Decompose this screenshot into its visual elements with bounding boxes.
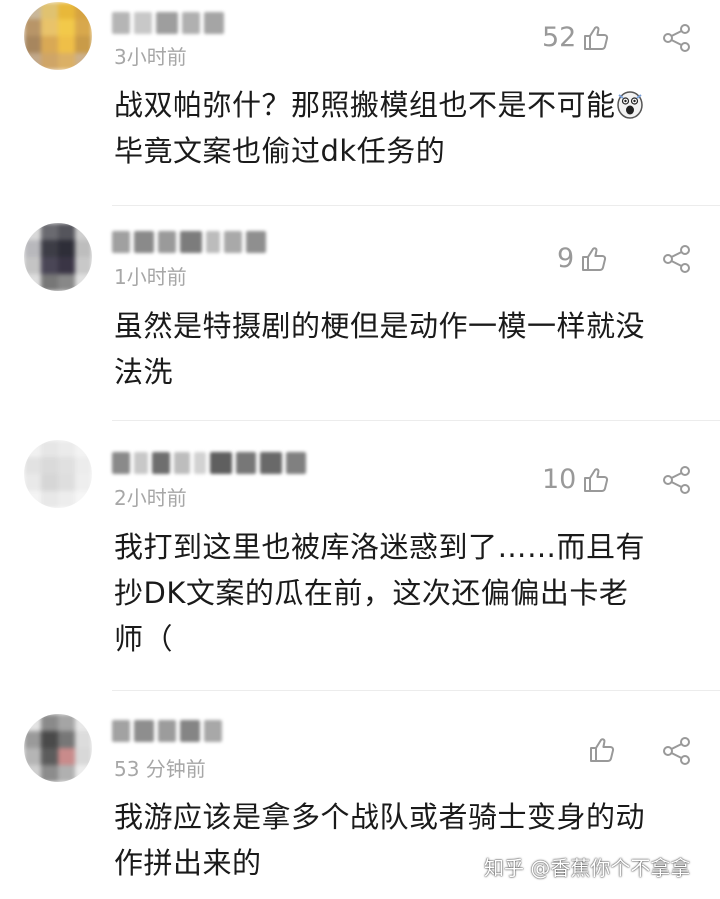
comment-text-line: 我游应该是拿多个战队或者骑士变身的动 — [114, 800, 646, 834]
comment-time: 1小时前 — [114, 265, 187, 289]
like-button[interactable]: 10 — [542, 465, 610, 495]
thumbs-up-icon — [582, 247, 607, 271]
thumbs-up-icon — [584, 26, 609, 50]
share-icon[interactable] — [661, 735, 693, 767]
comment-time: 53 分钟前 — [114, 757, 206, 781]
comment-text-line: 虽然是特摄剧的梗但是动作一模一样就没 — [114, 309, 646, 343]
comment-text-line: 毕竟文案也偷过dk任务的 — [114, 134, 446, 168]
like-count: 9 — [557, 243, 575, 274]
avatar[interactable] — [24, 223, 92, 291]
comment-time: 2小时前 — [114, 486, 187, 510]
like-button[interactable]: 52 — [542, 23, 610, 53]
comment-text-line: 抄DK文案的瓜在前，这次还偏偏出卡老 — [114, 576, 629, 610]
username-blurred[interactable] — [112, 12, 224, 34]
share-icon[interactable] — [661, 22, 693, 54]
like-button[interactable]: 9 — [557, 244, 608, 274]
comment-text-line: 作拼出来的 — [114, 846, 262, 880]
comment-list: 3小时前 52 战双帕弥什？那照搬模组也不是不可能 毕竟文案也偷过dk任务的 1… — [0, 0, 720, 899]
username-blurred[interactable] — [112, 452, 306, 474]
comment-text-line: 我打到这里也被库洛迷惑到了……而且有 — [114, 530, 646, 564]
username-blurred[interactable] — [112, 720, 222, 742]
avatar[interactable] — [24, 2, 92, 70]
like-count: 52 — [542, 22, 577, 53]
comment-text: 我打到这里也被库洛迷惑到了……而且有 抄DK文案的瓜在前，这次还偏偏出卡老 师（ — [114, 524, 694, 662]
comment-item: 2小时前 10 我打到这里也被库洛迷惑到了……而且有 抄DK文案的瓜在前，这次还… — [0, 420, 720, 690]
thumbs-up-icon — [584, 468, 609, 492]
like-button[interactable] — [582, 736, 616, 764]
comment-item: 3小时前 52 战双帕弥什？那照搬模组也不是不可能 毕竟文案也偷过dk任务的 — [0, 0, 720, 205]
avatar[interactable] — [24, 440, 92, 508]
comment-item: 1小时前 9 虽然是特摄剧的梗但是动作一模一样就没 法洗 — [0, 205, 720, 420]
scared-face-icon — [616, 91, 643, 119]
comment-text-line: 师（ — [114, 622, 174, 656]
comment-text: 虽然是特摄剧的梗但是动作一模一样就没 法洗 — [114, 303, 694, 395]
share-icon[interactable] — [661, 243, 693, 275]
comment-text: 战双帕弥什？那照搬模组也不是不可能 毕竟文案也偷过dk任务的 — [114, 82, 694, 174]
comment-text-line: 战双帕弥什？那照搬模组也不是不可能 — [114, 88, 616, 122]
avatar[interactable] — [24, 714, 92, 782]
watermark: 知乎 @香蕉你个不拿拿 — [484, 856, 691, 880]
share-icon[interactable] — [661, 464, 693, 496]
comment-time: 3小时前 — [114, 45, 187, 69]
like-count: 10 — [542, 464, 577, 495]
username-blurred[interactable] — [112, 231, 266, 253]
comment-text-line: 法洗 — [114, 355, 174, 389]
thumbs-up-icon — [590, 738, 615, 762]
